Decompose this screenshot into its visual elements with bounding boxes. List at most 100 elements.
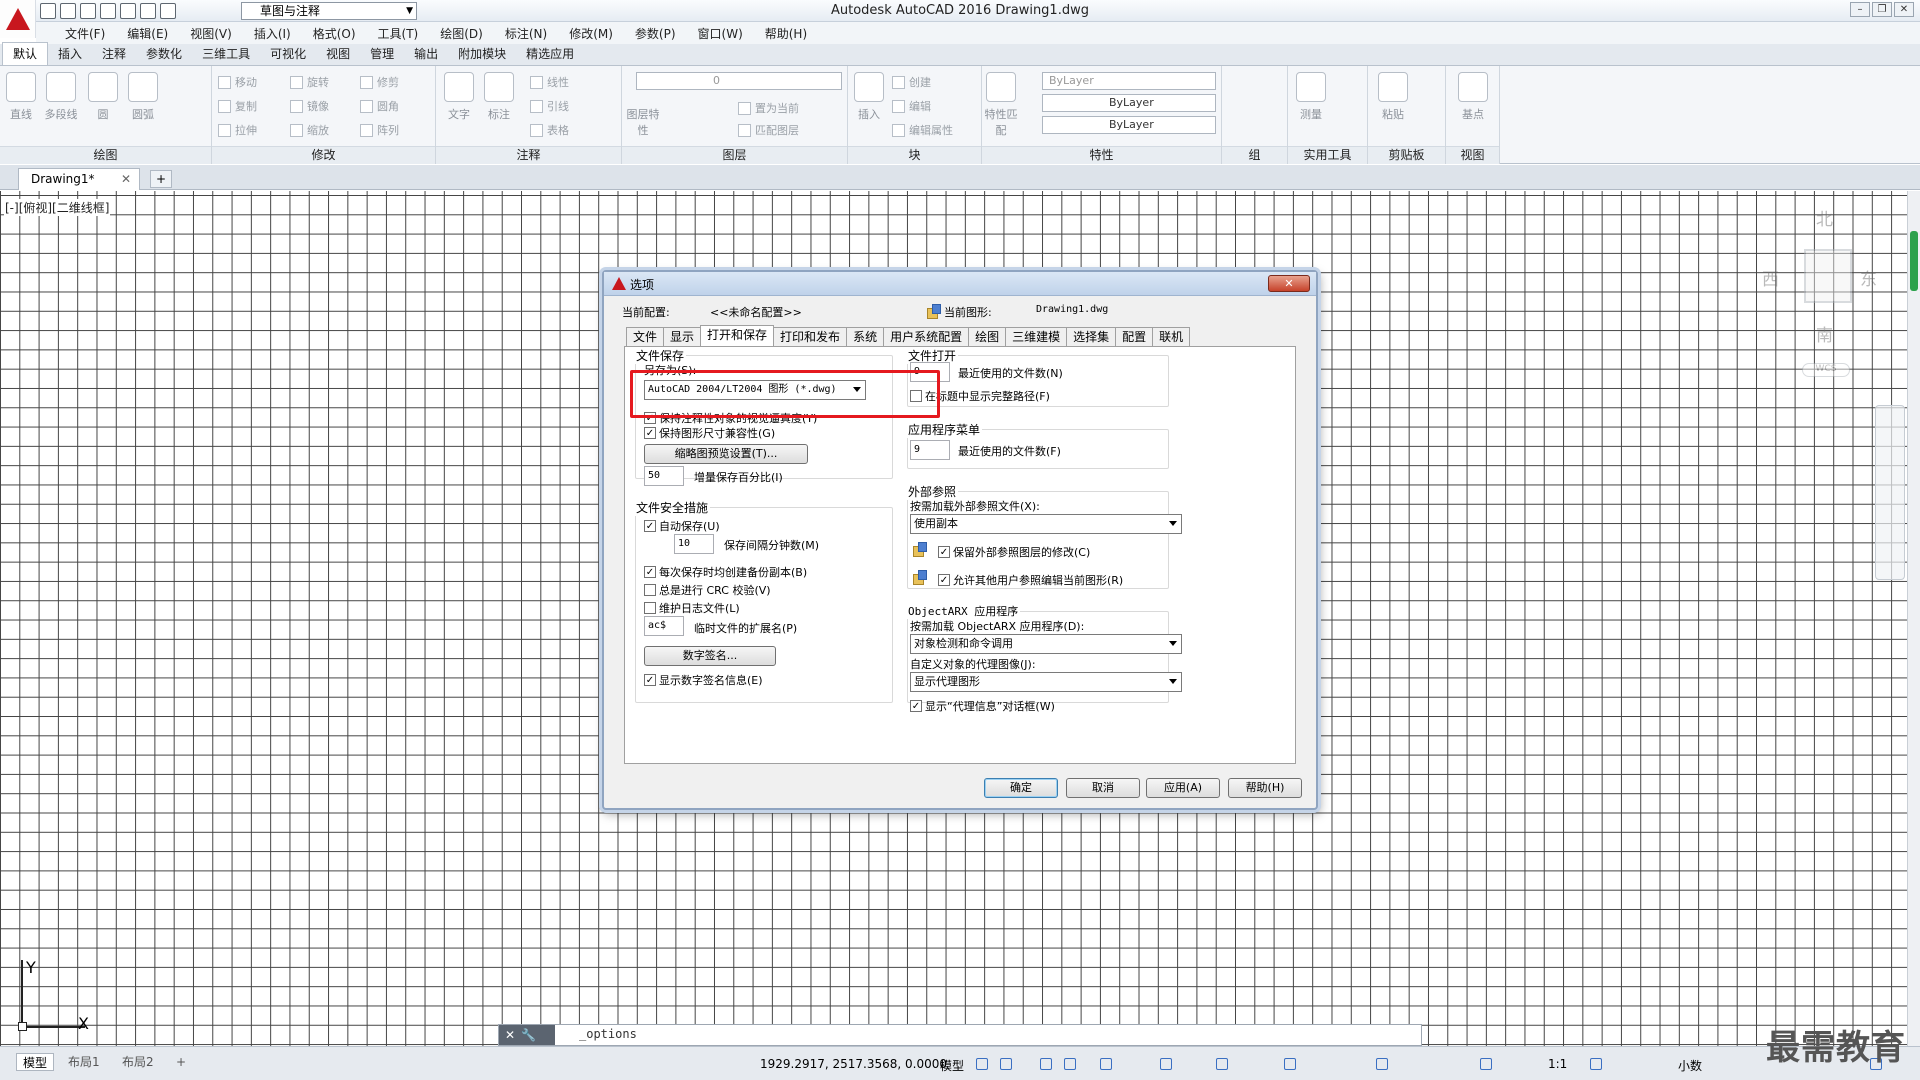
- checkbox-allow-refedit[interactable]: ✓ 允许其他用户参照编辑当前图形(R): [938, 572, 1123, 588]
- lineweight-dropdown[interactable]: ByLayer: [1042, 116, 1216, 134]
- text-button[interactable]: 文字: [442, 72, 476, 122]
- temp-extension-input[interactable]: ac$: [644, 616, 684, 636]
- app-menu-recent-input[interactable]: 9: [910, 440, 950, 460]
- checkbox-backup[interactable]: ✓ 每次保存时均创建备份副本(B): [644, 564, 807, 580]
- redo-icon[interactable]: [160, 3, 176, 19]
- dimension-button[interactable]: 标注: [482, 72, 516, 122]
- panel-label-block[interactable]: 块: [848, 146, 981, 164]
- tab-3d-modeling[interactable]: 三维建模: [1005, 327, 1068, 346]
- insert-block-button[interactable]: 插入: [852, 72, 886, 122]
- ribbon-tab-view[interactable]: 视图: [316, 43, 360, 65]
- print-icon[interactable]: [120, 3, 136, 19]
- wcs-menu[interactable]: WCS: [1802, 363, 1850, 377]
- thumbnail-settings-button[interactable]: 缩略图预览设置(T)...: [644, 444, 808, 464]
- grid-icon[interactable]: [976, 1058, 988, 1070]
- save-as-icon[interactable]: [100, 3, 116, 19]
- ribbon-tab-default[interactable]: 默认: [2, 42, 49, 65]
- tab-profiles[interactable]: 配置: [1115, 327, 1154, 346]
- edit-block-button[interactable]: 编辑: [892, 98, 931, 114]
- menu-draw[interactable]: 绘图(D): [429, 25, 494, 42]
- panel-label-properties[interactable]: 特性: [982, 146, 1221, 164]
- tab-user-preferences[interactable]: 用户系统配置: [883, 327, 970, 346]
- linear-button[interactable]: 线性: [530, 74, 569, 90]
- undo-icon[interactable]: [140, 3, 156, 19]
- ribbon-tab-annotate[interactable]: 注释: [92, 43, 136, 65]
- cancel-button[interactable]: 取消: [1066, 778, 1140, 798]
- tab-system[interactable]: 系统: [846, 327, 885, 346]
- arc-button[interactable]: 圆弧: [126, 72, 160, 122]
- restore-icon[interactable]: ❐: [1872, 2, 1892, 17]
- viewcube-west[interactable]: 西: [1762, 265, 1779, 290]
- ribbon-tab-addins[interactable]: 附加模块: [448, 43, 516, 65]
- command-line-tools[interactable]: ✕🔧: [499, 1025, 555, 1045]
- leader-button[interactable]: 引线: [530, 98, 569, 114]
- menu-tools[interactable]: 工具(T): [367, 25, 430, 42]
- color-dropdown[interactable]: ByLayer: [1042, 72, 1216, 90]
- viewcube-east[interactable]: 东: [1860, 265, 1877, 290]
- checkbox-dimension-compat[interactable]: ✓ 保持图形尺寸兼容性(G): [644, 425, 775, 441]
- match-layer-button[interactable]: 匹配图层: [738, 122, 799, 138]
- checkbox-proxy-info[interactable]: ✓ 显示“代理信息”对话框(W): [910, 698, 1055, 714]
- panel-label-groups[interactable]: 组: [1222, 146, 1287, 164]
- ribbon-tab-visualize[interactable]: 可视化: [260, 43, 316, 65]
- panel-label-modify[interactable]: 修改: [212, 146, 435, 164]
- fillet-button[interactable]: 圆角: [360, 98, 399, 114]
- coordinates-readout[interactable]: 1929.2917, 2517.3568, 0.0000: [760, 1057, 947, 1071]
- ribbon-tab-output[interactable]: 输出: [404, 43, 448, 65]
- dialog-title-bar[interactable]: 选项 ✕: [604, 272, 1316, 296]
- lineweight-icon[interactable]: [1216, 1058, 1228, 1070]
- tab-display[interactable]: 显示: [663, 327, 702, 346]
- model-space-button[interactable]: 模型: [940, 1057, 964, 1074]
- viewport-controls[interactable]: [-][俯视][二维线框]: [4, 199, 111, 216]
- set-current-button[interactable]: 置为当前: [738, 100, 799, 116]
- workspace-dropdown[interactable]: 草图与注释 ▼: [241, 2, 417, 20]
- command-input[interactable]: _options: [579, 1027, 637, 1041]
- tab-drafting[interactable]: 绘图: [968, 327, 1007, 346]
- dialog-close-button[interactable]: ✕: [1268, 275, 1310, 292]
- stretch-button[interactable]: 拉伸: [218, 122, 257, 138]
- ribbon-tab-3dtools[interactable]: 三维工具: [192, 43, 260, 65]
- measure-button[interactable]: 测量: [1294, 72, 1328, 122]
- ortho-icon[interactable]: [1040, 1058, 1052, 1070]
- match-properties-button[interactable]: 特性匹配: [984, 72, 1018, 138]
- annotation-scale[interactable]: 1:1: [1548, 1057, 1567, 1071]
- osnap-icon[interactable]: [1100, 1058, 1112, 1070]
- menu-insert[interactable]: 插入(I): [243, 25, 302, 42]
- layout-tab-model[interactable]: 模型: [16, 1053, 55, 1071]
- panel-label-view[interactable]: 视图: [1446, 146, 1499, 164]
- ribbon-tab-featured[interactable]: 精选应用: [516, 43, 584, 65]
- menu-edit[interactable]: 编辑(E): [116, 25, 179, 42]
- tab-open-save[interactable]: 打开和保存: [700, 325, 775, 346]
- apply-button[interactable]: 应用(A): [1146, 778, 1220, 798]
- checkbox-log[interactable]: 维护日志文件(L): [644, 600, 740, 616]
- viewcube-face[interactable]: [1804, 249, 1852, 303]
- menu-help[interactable]: 帮助(H): [754, 25, 818, 42]
- close-icon[interactable]: ✕: [121, 169, 131, 189]
- menu-view[interactable]: 视图(V): [179, 25, 243, 42]
- move-button[interactable]: 移动: [218, 74, 257, 90]
- tab-files[interactable]: 文件: [626, 327, 665, 346]
- help-button[interactable]: 帮助(H): [1228, 778, 1302, 798]
- checkbox-retain-xref-layers[interactable]: ✓ 保留外部参照图层的修改(C): [938, 544, 1090, 560]
- linetype-dropdown[interactable]: ByLayer: [1042, 94, 1216, 112]
- tab-online[interactable]: 联机: [1152, 327, 1191, 346]
- snap-icon[interactable]: [1000, 1058, 1012, 1070]
- menu-file[interactable]: 文件(F): [54, 25, 116, 42]
- close-icon[interactable]: ✕: [1894, 2, 1914, 17]
- add-layout-button[interactable]: +: [170, 1053, 192, 1071]
- units-dropdown[interactable]: 小数: [1678, 1057, 1702, 1074]
- save-icon[interactable]: [80, 3, 96, 19]
- incremental-save-input[interactable]: 50: [644, 466, 684, 486]
- menu-modify[interactable]: 修改(M): [558, 25, 624, 42]
- panel-label-utilities[interactable]: 实用工具: [1288, 146, 1367, 164]
- recent-files-input[interactable]: 9: [910, 362, 950, 382]
- checkbox-full-path[interactable]: 在标题中显示完整路径(F): [910, 388, 1050, 404]
- proxy-images-dropdown[interactable]: 显示代理图形: [910, 672, 1182, 692]
- scale-button[interactable]: 缩放: [290, 122, 329, 138]
- viewcube-south[interactable]: 南: [1816, 321, 1833, 346]
- panel-label-layers[interactable]: 图层: [622, 146, 847, 164]
- drawing-tab[interactable]: Drawing1* ✕: [18, 168, 140, 190]
- mirror-button[interactable]: 镜像: [290, 98, 329, 114]
- circle-button[interactable]: 圆: [86, 72, 120, 122]
- rotate-button[interactable]: 旋转: [290, 74, 329, 90]
